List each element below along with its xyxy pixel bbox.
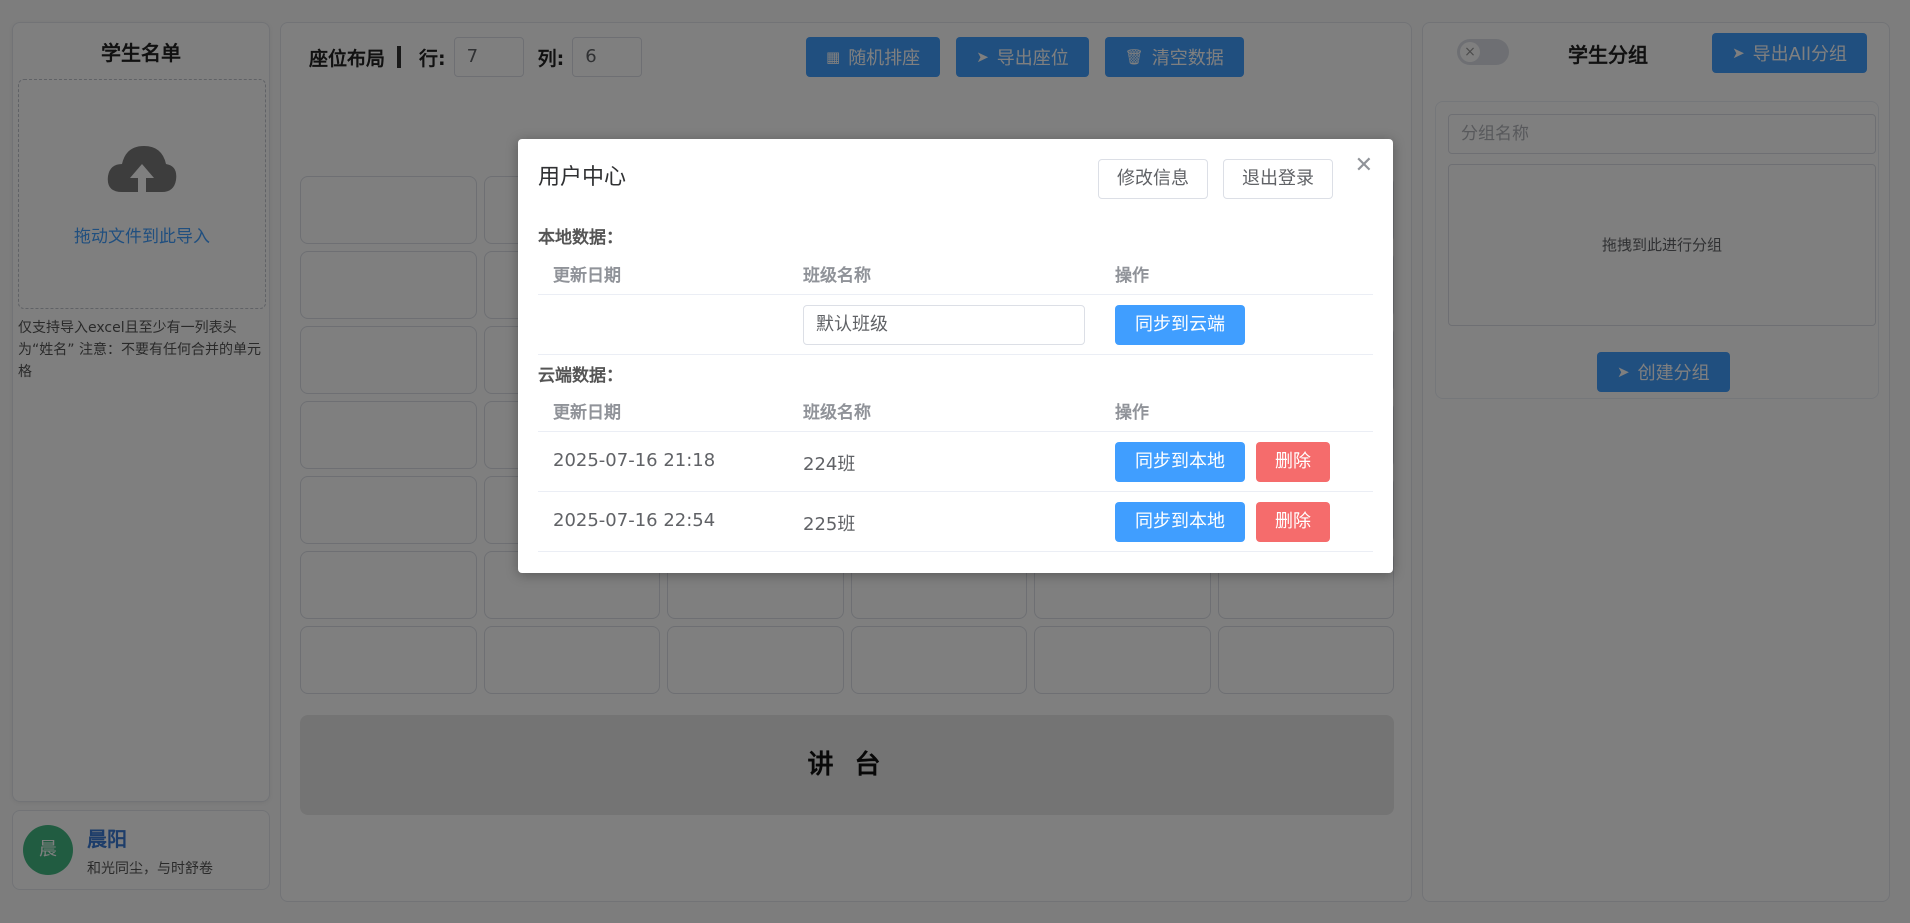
local-data-label: 本地数据： xyxy=(538,228,623,248)
sync-to-local-button[interactable]: 同步到本地 xyxy=(1115,502,1245,542)
delete-button[interactable]: 删除 xyxy=(1256,502,1330,542)
table-header: 更新日期 班级名称 操作 xyxy=(538,384,1373,432)
local-data-table: 更新日期 班级名称 操作 默认班级 同步到云端 xyxy=(538,247,1373,355)
edit-info-button[interactable]: 修改信息 xyxy=(1098,159,1208,199)
user-center-dialog: 用户中心 修改信息 退出登录 ✕ 本地数据： 更新日期 班级名称 操作 默认班级… xyxy=(518,139,1393,573)
header-date: 更新日期 xyxy=(553,266,621,286)
cloud-class: 225班 xyxy=(803,514,856,535)
cloud-data-table: 更新日期 班级名称 操作 2025-07-16 21:18 224班 同步到本地… xyxy=(538,384,1373,552)
header-class: 班级名称 xyxy=(803,403,871,423)
header-action: 操作 xyxy=(1115,403,1149,423)
class-name-input[interactable]: 默认班级 xyxy=(803,305,1085,345)
cloud-class: 224班 xyxy=(803,454,856,475)
sync-to-cloud-button[interactable]: 同步到云端 xyxy=(1115,305,1245,345)
table-row: 默认班级 同步到云端 xyxy=(538,295,1373,355)
cloud-data-label: 云端数据： xyxy=(538,366,623,386)
table-row: 2025-07-16 21:18 224班 同步到本地 删除 xyxy=(538,432,1373,492)
close-icon[interactable]: ✕ xyxy=(1355,153,1373,178)
sync-to-local-button[interactable]: 同步到本地 xyxy=(1115,442,1245,482)
header-date: 更新日期 xyxy=(553,403,621,423)
table-row: 2025-07-16 22:54 225班 同步到本地 删除 xyxy=(538,492,1373,552)
cloud-date: 2025-07-16 22:54 xyxy=(553,510,716,531)
header-action: 操作 xyxy=(1115,266,1149,286)
header-class: 班级名称 xyxy=(803,266,871,286)
cloud-date: 2025-07-16 21:18 xyxy=(553,450,716,471)
dialog-title: 用户中心 xyxy=(538,165,627,190)
delete-button[interactable]: 删除 xyxy=(1256,442,1330,482)
table-header: 更新日期 班级名称 操作 xyxy=(538,247,1373,295)
logout-button[interactable]: 退出登录 xyxy=(1223,159,1333,199)
